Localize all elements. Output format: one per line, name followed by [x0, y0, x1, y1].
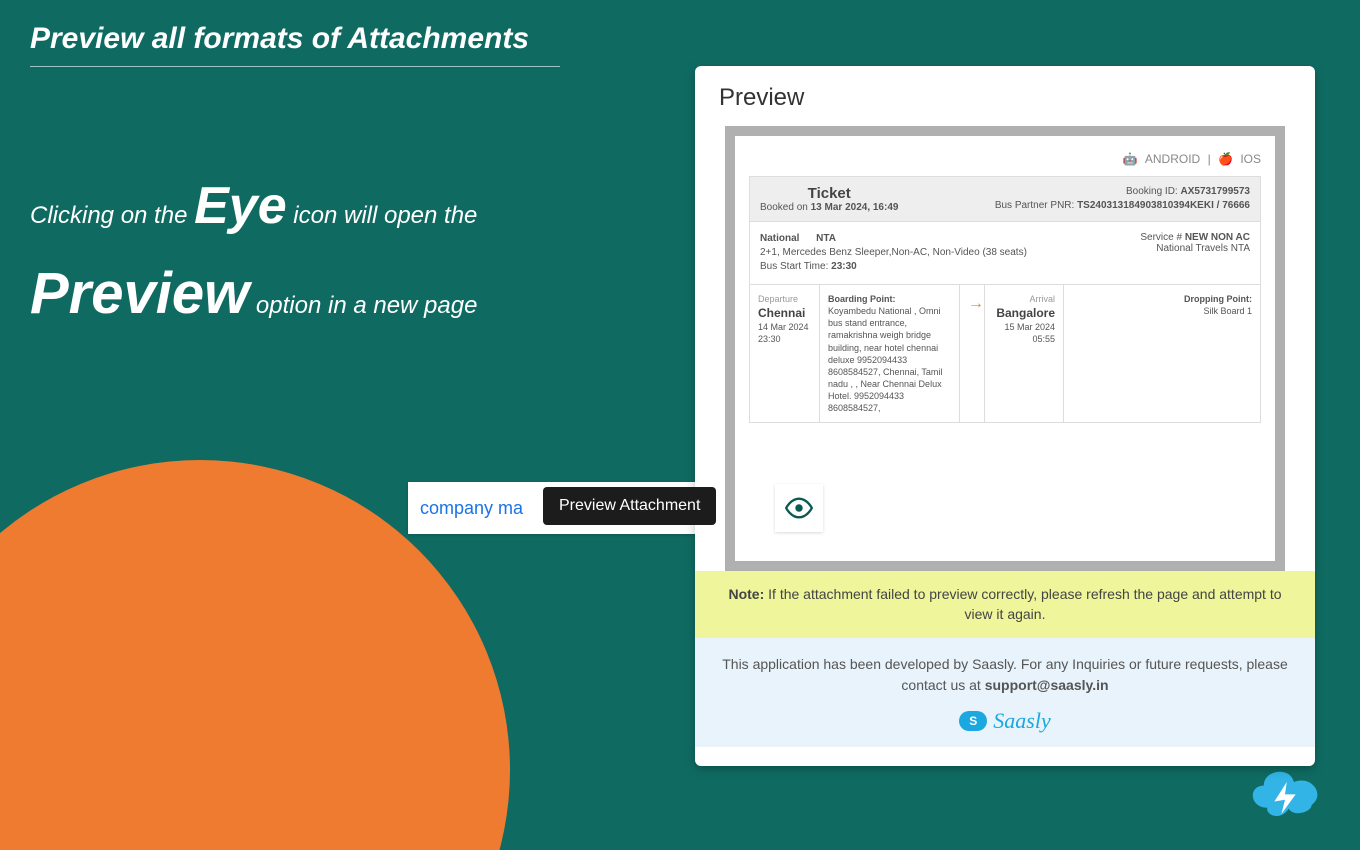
- arrival-city: Bangalore: [993, 305, 1055, 321]
- attachment-link[interactable]: company ma: [420, 498, 523, 519]
- android-icon: 🤖: [1123, 152, 1138, 166]
- ticket-header: Ticket Booked on 13 Mar 2024, 16:49 Book…: [749, 176, 1261, 222]
- saasly-cloud-icon: S: [959, 711, 987, 731]
- preview-tooltip: Preview Attachment: [543, 487, 716, 525]
- boarding-point-text: Koyambedu National , Omni bus stand entr…: [828, 305, 951, 414]
- footer-banner: This application has been developed by S…: [695, 638, 1315, 747]
- corner-logo: [1240, 759, 1330, 826]
- ticket-title: Ticket: [760, 185, 898, 202]
- operator-2: NTA: [816, 233, 836, 244]
- note-label: Note:: [728, 586, 764, 602]
- booked-on-date: 13 Mar 2024, 16:49: [811, 202, 899, 213]
- android-label: ANDROID: [1145, 152, 1200, 166]
- footer-email: support@saasly.in: [985, 677, 1109, 693]
- note-text: If the attachment failed to preview corr…: [764, 586, 1281, 622]
- start-time-value: 23:30: [831, 261, 857, 272]
- ios-icon: 🍎: [1218, 152, 1233, 166]
- saasly-brand-text: Saasly: [993, 704, 1050, 737]
- note-banner: Note: If the attachment failed to previe…: [695, 571, 1315, 638]
- preview-attachment-button[interactable]: [775, 484, 823, 532]
- service-name: NEW NON AC: [1185, 232, 1250, 243]
- page-title: Preview all formats of Attachments: [30, 22, 560, 67]
- preview-heading: Preview: [695, 66, 1315, 126]
- booking-id-label: Booking ID:: [1126, 186, 1178, 197]
- operator-1: National: [760, 233, 799, 244]
- arrow-icon: →: [960, 285, 984, 422]
- pnr-value: TS240313184903810394KEKI / 76666: [1077, 200, 1250, 211]
- booked-on-label: Booked on: [760, 202, 811, 213]
- booking-id-value: AX5731799573: [1180, 186, 1250, 197]
- start-time-label: Bus Start Time:: [760, 261, 831, 272]
- boarding-point-label: Boarding Point:: [828, 294, 896, 304]
- platform-sep: |: [1208, 152, 1211, 166]
- departure-city: Chennai: [758, 305, 811, 321]
- service-label: Service #: [1140, 232, 1184, 243]
- copy-seg-1: Clicking on the: [30, 202, 194, 229]
- platform-row: 🤖 ANDROID | 🍎 IOS: [749, 152, 1261, 166]
- copy-seg-2: icon will open the: [287, 202, 478, 229]
- service-row: National NTA 2+1, Mercedes Benz Sleeper,…: [749, 222, 1261, 285]
- copy-eye-word: Eye: [194, 177, 287, 235]
- description-text: Clicking on the Eye icon will open the P…: [30, 165, 650, 341]
- pnr-label: Bus Partner PNR:: [995, 200, 1074, 211]
- eye-icon: [785, 497, 813, 519]
- departure-label: Departure: [758, 293, 811, 305]
- bus-desc: 2+1, Mercedes Benz Sleeper,Non-AC, Non-V…: [760, 246, 1027, 260]
- cloud-icon: [1240, 759, 1330, 821]
- copy-preview-word: Preview: [30, 261, 249, 326]
- ios-label: IOS: [1240, 152, 1261, 166]
- copy-seg-3: option in a new page: [249, 292, 477, 319]
- saasly-logo: S Saasly: [713, 704, 1297, 737]
- preview-panel: Preview 🤖 ANDROID | 🍎 IOS Ticket Booked …: [695, 66, 1315, 766]
- arrival-label: Arrival: [993, 293, 1055, 305]
- service-sub: National Travels NTA: [1140, 243, 1250, 254]
- departure-time: 23:30: [758, 333, 811, 345]
- arrival-date: 15 Mar 2024: [993, 321, 1055, 333]
- dropping-point-text: Silk Board 1: [1072, 305, 1252, 317]
- route-row: Departure Chennai 14 Mar 2024 23:30 Boar…: [749, 285, 1261, 423]
- departure-date: 14 Mar 2024: [758, 321, 811, 333]
- dropping-point-label: Dropping Point:: [1184, 294, 1252, 304]
- arrival-time: 05:55: [993, 333, 1055, 345]
